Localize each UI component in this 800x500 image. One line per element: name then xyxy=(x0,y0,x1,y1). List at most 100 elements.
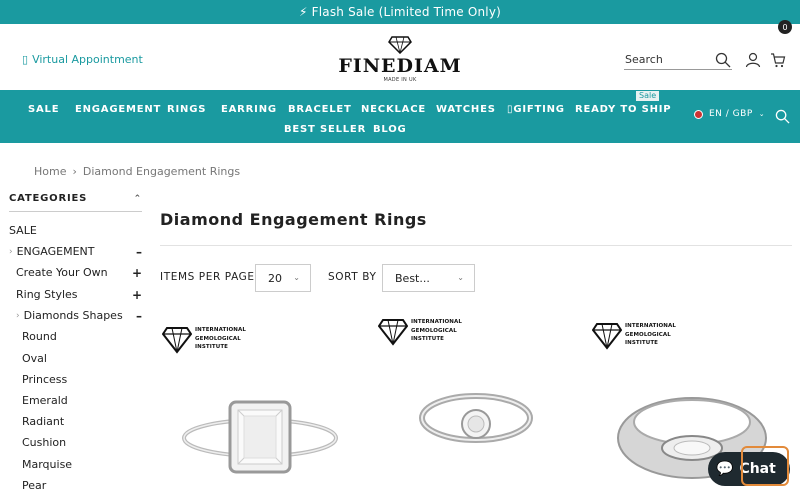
igi-line2: GEMOLOGICAL xyxy=(411,327,457,334)
category-diamonds-shapes[interactable]: › Diamonds Shapes – xyxy=(16,309,142,323)
category-oval[interactable]: Oval xyxy=(22,352,47,365)
categories-sidebar: CATEGORIES ⌃ xyxy=(9,188,142,212)
category-sale[interactable]: SALE xyxy=(9,224,142,237)
page-title: Diamond Engagement Rings xyxy=(160,210,427,229)
category-label: Diamonds Shapes xyxy=(23,309,123,322)
category-emerald[interactable]: Emerald xyxy=(22,394,68,407)
chevron-up-icon: ⌃ xyxy=(133,193,142,204)
announcement-text: ⚡ Flash Sale (Limited Time Only) xyxy=(299,5,501,19)
collapse-icon[interactable]: – xyxy=(136,245,142,259)
solitaire-ring-image xyxy=(419,393,533,443)
category-create-your-own[interactable]: Create Your Own + xyxy=(16,266,142,280)
logo-tagline: MADE IN UK xyxy=(383,77,417,83)
expand-icon[interactable]: + xyxy=(132,288,142,302)
category-marquise[interactable]: Marquise xyxy=(22,458,72,471)
user-icon[interactable] xyxy=(745,52,761,68)
igi-line3: INSTITUTE xyxy=(625,340,659,346)
category-label: Create Your Own xyxy=(16,266,108,279)
categories-title: CATEGORIES xyxy=(9,193,88,204)
sort-by-label: SORT BY xyxy=(328,271,377,283)
chat-bubble-icon: 💬 xyxy=(716,461,734,477)
category-pear[interactable]: Pear xyxy=(22,479,46,492)
language-label: EN / GBP xyxy=(709,109,753,119)
chevron-right-icon: › xyxy=(16,310,20,321)
calendar-icon: ▯ xyxy=(22,53,29,66)
nav-item-bracelet[interactable]: BRACELET xyxy=(288,104,352,115)
category-label: SALE xyxy=(9,224,37,237)
category-label: Princess xyxy=(22,373,68,386)
nav-item-blog[interactable]: BLOG xyxy=(373,124,407,135)
category-label: Pear xyxy=(22,479,47,492)
chevron-down-icon: ⌄ xyxy=(457,273,464,282)
igi-line1: INTERNATIONAL xyxy=(195,327,246,333)
category-label: Radiant xyxy=(22,415,65,428)
nav-item-watches[interactable]: WATCHES xyxy=(436,104,496,115)
cart-icon[interactable] xyxy=(770,52,786,68)
igi-diamond-icon xyxy=(378,319,408,346)
category-label: Ring Styles xyxy=(16,288,78,301)
igi-line3: INSTITUTE xyxy=(195,344,229,350)
items-per-page-select[interactable]: 20 ⌄ xyxy=(255,264,311,292)
igi-text: INTERNATIONAL GEMOLOGICAL INSTITUTE xyxy=(195,326,246,352)
igi-line2: GEMOLOGICAL xyxy=(625,331,671,338)
categories-header[interactable]: CATEGORIES ⌃ xyxy=(9,188,142,212)
igi-text: INTERNATIONAL GEMOLOGICAL INSTITUTE xyxy=(625,322,676,348)
category-label: ENGAGEMENT xyxy=(16,245,95,258)
category-engagement[interactable]: › ENGAGEMENT – xyxy=(9,245,142,259)
nav-item-ready-to-ship[interactable]: READY TO SHIP xyxy=(575,104,671,115)
breadcrumb-separator: › xyxy=(72,165,77,178)
igi-certification-badge: INTERNATIONAL GEMOLOGICAL INSTITUTE xyxy=(162,326,246,354)
category-label: Cushion xyxy=(22,436,67,449)
product-card[interactable]: INTERNATIONAL GEMOLOGICAL INSTITUTE xyxy=(376,318,576,500)
nav-item-best-seller[interactable]: BEST SELLER xyxy=(284,124,366,135)
nav-item-earring[interactable]: EARRING xyxy=(221,104,277,115)
site-logo[interactable]: FINEDIAM MADE IN UK xyxy=(338,36,462,84)
language-currency-selector[interactable]: EN / GBP ⌄ xyxy=(694,109,765,119)
chevron-down-icon: ⌄ xyxy=(758,110,766,118)
virtual-appointment-link[interactable]: ▯ Virtual Appointment xyxy=(22,53,143,66)
header-search-input[interactable]: Search xyxy=(624,52,732,70)
nav-search-icon[interactable] xyxy=(775,109,790,124)
breadcrumb: Home › Diamond Engagement Rings xyxy=(34,165,240,178)
chat-widget-overlay[interactable] xyxy=(741,446,789,486)
diamond-logo-icon xyxy=(388,36,412,54)
igi-line3: INSTITUTE xyxy=(411,336,445,342)
chevron-down-icon: ⌄ xyxy=(293,273,300,282)
igi-certification-badge: INTERNATIONAL GEMOLOGICAL INSTITUTE xyxy=(378,318,462,346)
nav-item-necklace[interactable]: NECKLACE xyxy=(361,104,426,115)
product-card[interactable]: INTERNATIONAL GEMOLOGICAL INSTITUTE xyxy=(160,318,360,500)
igi-line1: INTERNATIONAL xyxy=(411,319,462,325)
igi-diamond-icon xyxy=(162,327,192,354)
emerald-cut-ring-image xyxy=(182,400,338,474)
nav-item-gifting-label: GIFTING xyxy=(513,104,565,115)
category-label: Oval xyxy=(22,352,47,365)
igi-line2: GEMOLOGICAL xyxy=(195,335,241,342)
category-ring-styles[interactable]: Ring Styles + xyxy=(16,288,142,302)
breadcrumb-home[interactable]: Home xyxy=(34,165,66,178)
igi-certification-badge: INTERNATIONAL GEMOLOGICAL INSTITUTE xyxy=(592,322,676,350)
site-header: ▯ Virtual Appointment FINEDIAM MADE IN U… xyxy=(0,24,800,90)
category-cushion[interactable]: Cushion xyxy=(22,436,66,449)
category-label: Emerald xyxy=(22,394,68,407)
category-princess[interactable]: Princess xyxy=(22,373,67,386)
category-round[interactable]: Round xyxy=(22,330,57,343)
igi-line1: INTERNATIONAL xyxy=(625,323,676,329)
category-radiant[interactable]: Radiant xyxy=(22,415,64,428)
sort-by-select[interactable]: Best... ⌄ xyxy=(382,264,475,292)
chevron-right-icon: › xyxy=(9,246,13,257)
announcement-bar: ⚡ Flash Sale (Limited Time Only) xyxy=(0,0,800,24)
search-placeholder: Search xyxy=(625,53,663,66)
expand-icon[interactable]: + xyxy=(132,266,142,280)
nav-item-engagement[interactable]: ENGAGEMENT xyxy=(75,104,161,115)
sale-badge: Sale xyxy=(636,91,660,101)
collapse-icon[interactable]: – xyxy=(136,309,142,323)
uk-flag-icon xyxy=(694,109,703,119)
nav-item-sale[interactable]: SALE xyxy=(28,104,59,115)
category-label: Marquise xyxy=(22,458,73,471)
nav-item-gifting[interactable]: ▯GIFTING xyxy=(507,104,565,115)
sort-by-value: Best... xyxy=(395,271,430,285)
breadcrumb-current: Diamond Engagement Rings xyxy=(82,165,241,178)
nav-item-rings[interactable]: RINGS xyxy=(167,104,206,115)
search-icon[interactable] xyxy=(715,52,731,68)
cart-count-badge: 0 xyxy=(778,20,792,34)
